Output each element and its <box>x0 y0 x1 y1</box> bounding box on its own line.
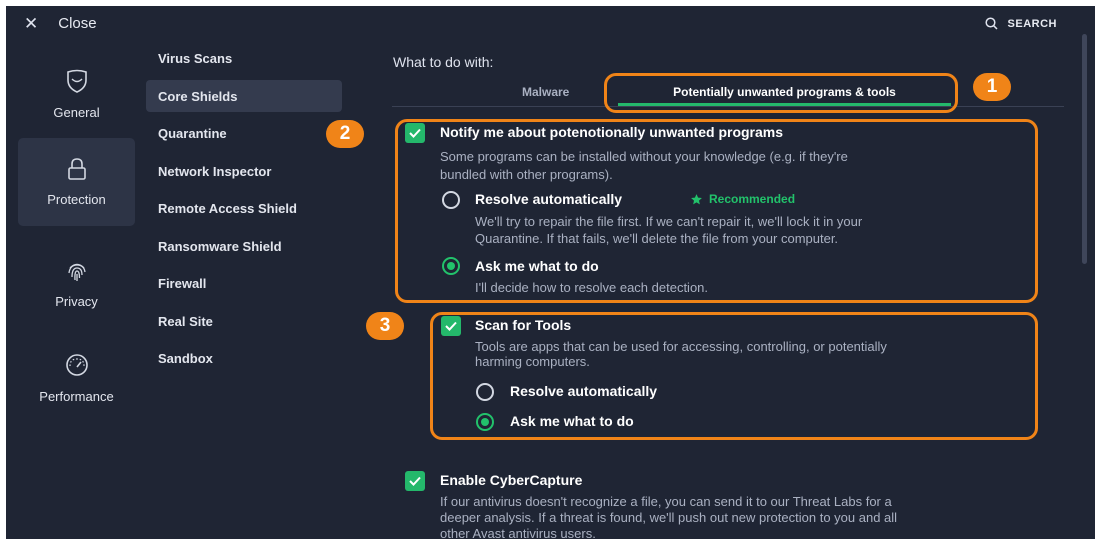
tab-malware[interactable]: Malware <box>522 85 569 99</box>
pup-desc-line1: Some programs can be installed without y… <box>440 149 848 164</box>
subnav-sandbox[interactable]: Sandbox <box>146 342 342 374</box>
tools-ask-label: Ask me what to do <box>510 413 634 429</box>
speedometer-icon <box>65 353 88 376</box>
pup-resolve-radio[interactable] <box>442 191 460 209</box>
tools-resolve-radio[interactable] <box>476 383 494 401</box>
check-icon <box>409 476 421 486</box>
close-label: Close <box>58 15 97 32</box>
pup-checkbox[interactable] <box>405 123 425 143</box>
check-icon <box>445 321 457 331</box>
subnav-network-inspector[interactable]: Network Inspector <box>146 155 342 187</box>
tools-title: Scan for Tools <box>475 317 572 333</box>
subnav-virus-scans[interactable]: Virus Scans <box>146 42 342 74</box>
recommended-label: Recommended <box>709 192 796 206</box>
pup-resolve-label: Resolve automatically <box>475 191 623 207</box>
nav-general[interactable]: General <box>18 50 135 138</box>
nav-privacy[interactable]: Privacy <box>18 240 135 328</box>
callout-badge-3: 3 <box>366 312 404 340</box>
tools-resolve-label: Resolve automatically <box>510 383 658 399</box>
callout-badge-1: 1 <box>973 73 1011 101</box>
pup-ask-desc: I'll decide how to resolve each detectio… <box>475 280 709 295</box>
pup-resolve-desc-line2: Quarantine. If that fails, we'll delete … <box>475 231 839 246</box>
nav-general-label: General <box>53 104 100 120</box>
nav-protection[interactable]: Protection <box>18 138 135 226</box>
highlight-box-1 <box>604 73 958 113</box>
pup-resolve-desc-line1: We'll try to repair the file first. If w… <box>475 214 863 229</box>
subnav-real-site[interactable]: Real Site <box>146 305 342 337</box>
search-label: SEARCH <box>1007 17 1057 30</box>
callout-badge-2: 2 <box>326 120 364 148</box>
subnav-firewall[interactable]: Firewall <box>146 267 342 299</box>
tools-desc-line2: harming computers. <box>475 354 590 369</box>
subnav-quarantine[interactable]: Quarantine <box>146 117 342 149</box>
fingerprint-icon <box>67 263 86 281</box>
search-icon <box>984 17 998 30</box>
nav-performance[interactable]: Performance <box>18 334 135 422</box>
pup-desc-line2: bundled with other programs). <box>440 167 613 182</box>
close-icon: ✕ <box>24 14 39 33</box>
settings-window: ✕ Close SEARCH General Protection Privac… <box>6 6 1095 539</box>
cybercapture-checkbox[interactable] <box>405 471 425 491</box>
pup-ask-radio[interactable] <box>442 257 460 275</box>
close-button[interactable]: ✕ Close <box>24 15 97 32</box>
section-heading: What to do with: <box>393 54 494 70</box>
pup-title: Notify me about potenotionally unwanted … <box>440 124 784 140</box>
shield-icon <box>66 69 87 93</box>
nav-performance-label: Performance <box>39 388 114 404</box>
tools-ask-radio[interactable] <box>476 413 494 431</box>
recommended-tag: Recommended <box>690 192 795 206</box>
lock-icon <box>67 157 86 180</box>
search-button[interactable]: SEARCH <box>984 17 1057 30</box>
star-icon <box>691 193 702 204</box>
subnav-remote-access-shield[interactable]: Remote Access Shield <box>146 192 342 224</box>
highlight-box-2 <box>395 119 1038 303</box>
tools-checkbox[interactable] <box>441 316 461 336</box>
cybercapture-title: Enable CyberCapture <box>440 472 583 488</box>
nav-privacy-label: Privacy <box>55 293 98 309</box>
nav-protection-label: Protection <box>47 191 106 207</box>
subnav-ransomware-shield[interactable]: Ransomware Shield <box>146 230 342 262</box>
cybercapture-desc-line3: other Avast antivirus users. <box>440 526 596 539</box>
subnav-core-shields[interactable]: Core Shields <box>146 80 342 112</box>
pup-ask-label: Ask me what to do <box>475 258 599 274</box>
check-icon <box>409 128 421 138</box>
scrollbar-thumb[interactable] <box>1082 34 1087 264</box>
